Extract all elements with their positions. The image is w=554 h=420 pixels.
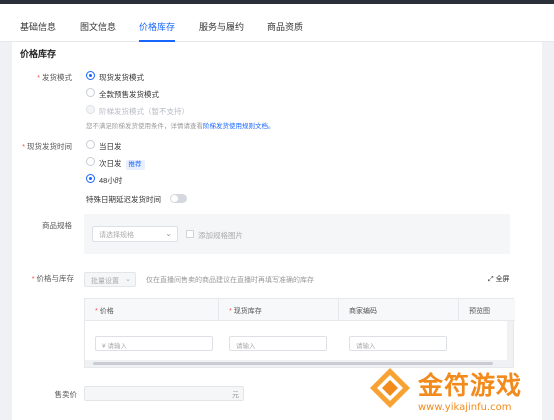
column-header-price: * 价格 [85,299,219,321]
required-mark: * [229,308,232,315]
fullscreen-label: 全屏 [495,276,510,283]
chevron-down-icon: ⌄ [125,276,131,283]
column-header-preview: 预览图 [459,299,515,321]
option-presale-ship[interactable]: 全款预售发货模式 [99,89,159,100]
batch-setting-label: 批量设置 [91,278,119,285]
ship-time-label-text: 现货发货时间 [27,142,72,151]
expand-icon: ⤢ [488,276,494,283]
option-48-hours[interactable]: 48小时 [99,175,122,186]
sku-table: * 价格 * 现货库存 商家编码 预览图 ¥ 请输入 请输入 请输入 [84,298,515,368]
delay-ship-toggle[interactable] [170,194,187,203]
tab-graphic-info[interactable]: 图文信息 [80,20,116,33]
batch-setting-select[interactable]: 批量设置 ⌄ [84,272,136,287]
recommend-badge: 推荐 [125,160,145,170]
watermark-logo-icon [370,368,410,408]
column-stock-text: 现货库存 [233,308,262,315]
tab-service-fulfillment[interactable]: 服务与履约 [199,20,244,33]
ship-mode-label: * 发货模式 [22,72,72,83]
option-same-day[interactable]: 当日发 [99,141,122,152]
step-ship-hint-text: 您不满足阶梯发货使用条件，详情请查看 [86,123,203,130]
tab-bar: 基础信息 图文信息 价格库存 服务与履约 商品资质 [0,4,554,42]
vertical-scrollbar[interactable] [507,321,513,361]
price-placeholder-text: 请输入 [107,343,127,350]
tab-product-qualification[interactable]: 商品资质 [267,20,303,33]
spec-box: 请选择规格 ⌄ 添加规格图片 [84,214,510,254]
section-title: 价格库存 [20,49,57,59]
column-price-text: 价格 [99,308,114,315]
radio-presale-ship[interactable] [86,88,95,97]
radio-48-hours[interactable] [86,174,95,183]
required-mark: * [95,308,98,315]
required-mark: * [37,73,40,82]
sale-price-label: 售卖价 [54,390,78,399]
merchant-code-input-placeholder: 请输入 [356,343,376,350]
column-header-stock: * 现货库存 [219,299,339,321]
stock-hint: 仅在直播间售卖的商品建议在直播时再填写准确的库存 [146,277,314,284]
tab-basic-info[interactable]: 基础信息 [20,20,56,33]
currency-unit: 元 [232,392,239,399]
column-merchant-code-text: 商家编码 [349,308,377,315]
option-next-day-text: 次日发 [99,159,122,168]
spec-select[interactable]: 请选择规格 ⌄ [92,226,178,242]
add-spec-image-label[interactable]: 添加规格图片 [198,230,243,241]
option-step-ship: 阶梯发货模式（暂不支持） [99,107,189,116]
column-header-merchant-code: 商家编码 [339,299,459,321]
price-stock-label: * 价格与库存 [12,273,74,284]
watermark-url: www.yikajinfu.com [418,402,512,413]
delay-ship-label: 特殊日期延迟发货时间 [86,195,161,204]
required-mark: * [31,274,35,283]
spec-label: 商品规格 [42,221,72,230]
price-stock-label-text: 价格与库存 [36,274,75,283]
watermark-title: 金符游戏 [418,371,523,400]
column-preview-text: 预览图 [469,308,490,315]
tab-price-stock[interactable]: 价格库存 [139,20,175,33]
watermark: 金符游戏 www.yikajinfu.com [362,362,554,420]
required-mark: * [22,142,25,151]
radio-next-day[interactable] [86,157,95,166]
price-input-placeholder: ¥ 请输入 [102,340,127,350]
radio-step-ship [86,105,95,114]
fullscreen-button[interactable]: ⤢ 全屏 [488,274,510,284]
radio-same-day[interactable] [86,140,95,149]
sale-price-input: 元 [84,386,244,401]
radio-spot-ship[interactable] [86,71,95,80]
stock-input-placeholder: 请输入 [236,343,256,350]
currency-symbol: ¥ [102,343,106,350]
ship-mode-label-text: 发货模式 [42,73,72,82]
merchant-code-input[interactable]: 请输入 [349,336,447,351]
stock-input[interactable]: 请输入 [229,336,327,351]
chevron-down-icon: ⌄ [165,229,172,238]
ship-time-label: * 现货发货时间 [12,141,72,152]
step-ship-rules-link[interactable]: 阶梯发货使用规则文档。 [203,123,275,130]
spec-select-placeholder: 请选择规格 [99,232,134,239]
add-spec-image-checkbox[interactable] [186,230,194,238]
price-input[interactable]: ¥ 请输入 [95,336,213,351]
option-next-day[interactable]: 次日发 推荐 [99,158,145,170]
option-spot-ship[interactable]: 现货发货模式 [99,72,144,83]
step-ship-hint: 您不满足阶梯发货使用条件，详情请查看阶梯发货使用规则文档。 [86,120,275,130]
